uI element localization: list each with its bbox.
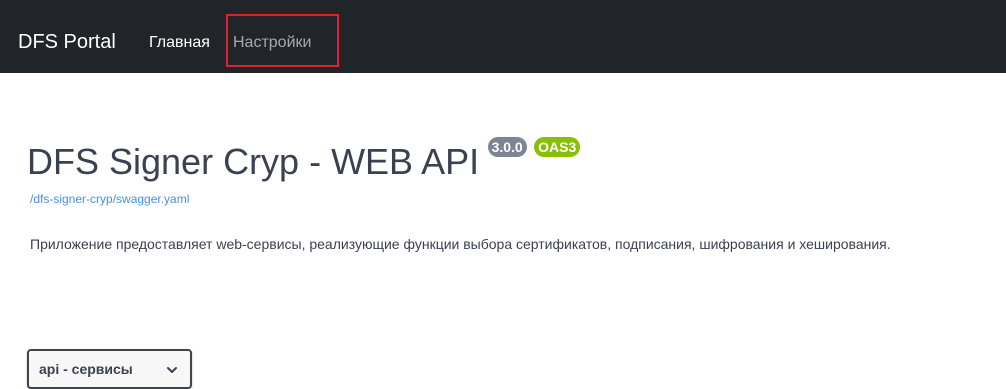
- nav-link-home[interactable]: Главная: [149, 33, 210, 53]
- chevron-down-icon: [167, 367, 177, 373]
- oas-badge: OAS3: [534, 137, 581, 157]
- api-title-row: DFS Signer Cryp - WEB API 3.0.0 OAS3: [27, 137, 581, 186]
- servers-select[interactable]: api - сервисы: [27, 349, 192, 389]
- page-title: DFS Signer Cryp - WEB API: [27, 141, 480, 182]
- nav-link-settings[interactable]: Настройки: [233, 33, 311, 53]
- spec-url-link[interactable]: /dfs-signer-cryp/swagger.yaml: [30, 192, 189, 206]
- api-description: Приложение предоставляет web-сервисы, ре…: [30, 236, 891, 252]
- version-badge: 3.0.0: [487, 137, 527, 157]
- top-navbar: DFS Portal Главная Настройки: [0, 0, 1006, 73]
- servers-select-value: api - сервисы: [39, 361, 133, 377]
- brand-link[interactable]: DFS Portal: [18, 30, 116, 54]
